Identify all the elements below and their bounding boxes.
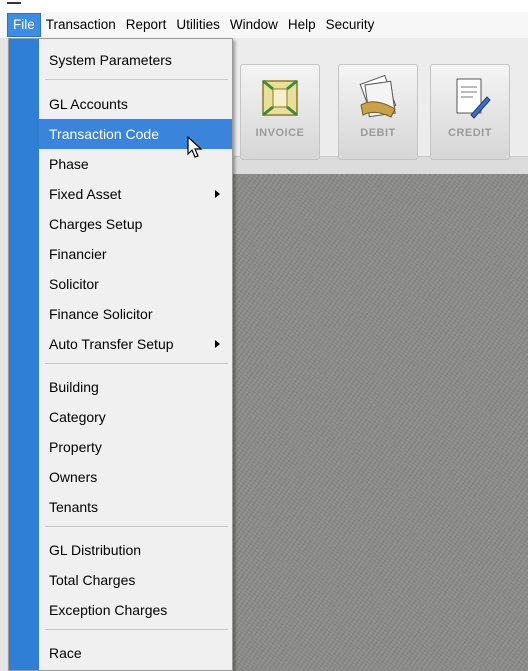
menu-item-system-parameters[interactable]: System Parameters (39, 45, 232, 75)
menu-bar: File Transaction Report Utilities Window… (0, 12, 528, 38)
submenu-arrow-icon (215, 340, 220, 348)
menu-item-gl-accounts[interactable]: GL Accounts (39, 89, 232, 119)
menu-report[interactable]: Report (121, 13, 172, 37)
menu-item-label: Auto Transfer Setup (49, 336, 174, 352)
invoice-button[interactable]: INVOICE (240, 64, 320, 160)
menu-utilities[interactable]: Utilities (171, 13, 225, 37)
menu-help[interactable]: Help (283, 13, 321, 37)
menu-item-label: Fixed Asset (49, 186, 122, 202)
menu-item-gl-distribution[interactable]: GL Distribution (39, 535, 232, 565)
menu-item-property[interactable]: Property (39, 432, 232, 462)
file-menu-dropdown: System Parameters GL Accounts Transactio… (8, 38, 233, 671)
menu-item-tenants[interactable]: Tenants (39, 492, 232, 522)
submenu-arrow-icon (215, 190, 220, 198)
menu-item-finance-solicitor[interactable]: Finance Solicitor (39, 299, 232, 329)
menu-gutter (9, 39, 39, 670)
menu-window[interactable]: Window (225, 13, 283, 37)
mouse-cursor-icon (187, 136, 203, 158)
menu-item-race[interactable]: Race (39, 638, 232, 668)
menu-separator (45, 79, 228, 80)
menu-item-total-charges[interactable]: Total Charges (39, 565, 232, 595)
menu-item-charges-setup[interactable]: Charges Setup (39, 209, 232, 239)
debit-icon (359, 75, 397, 118)
menu-separator (45, 526, 228, 527)
menu-item-owners[interactable]: Owners (39, 462, 232, 492)
menu-separator (45, 629, 228, 630)
menu-file[interactable]: File (7, 13, 41, 37)
credit-label: CREDIT (448, 127, 492, 139)
menu-item-auto-transfer-setup[interactable]: Auto Transfer Setup (39, 329, 232, 359)
menu-item-exception-charges[interactable]: Exception Charges (39, 595, 232, 625)
menu-transaction[interactable]: Transaction (41, 13, 121, 37)
invoice-icon (262, 79, 298, 117)
menu-item-category[interactable]: Category (39, 402, 232, 432)
credit-button[interactable]: CREDIT (430, 64, 510, 160)
menu-item-financier[interactable]: Financier (39, 239, 232, 269)
menu-security[interactable]: Security (321, 13, 380, 37)
debit-label: DEBIT (360, 127, 396, 139)
window-control-icon[interactable] (7, 2, 21, 4)
menu-item-building[interactable]: Building (39, 372, 232, 402)
credit-icon (456, 78, 491, 119)
debit-button[interactable]: DEBIT (338, 64, 418, 160)
title-bar (0, 0, 528, 12)
menu-item-fixed-asset[interactable]: Fixed Asset (39, 179, 232, 209)
menu-separator (45, 363, 228, 364)
left-frame (0, 38, 8, 671)
invoice-label: INVOICE (255, 127, 305, 139)
menu-item-solicitor[interactable]: Solicitor (39, 269, 232, 299)
